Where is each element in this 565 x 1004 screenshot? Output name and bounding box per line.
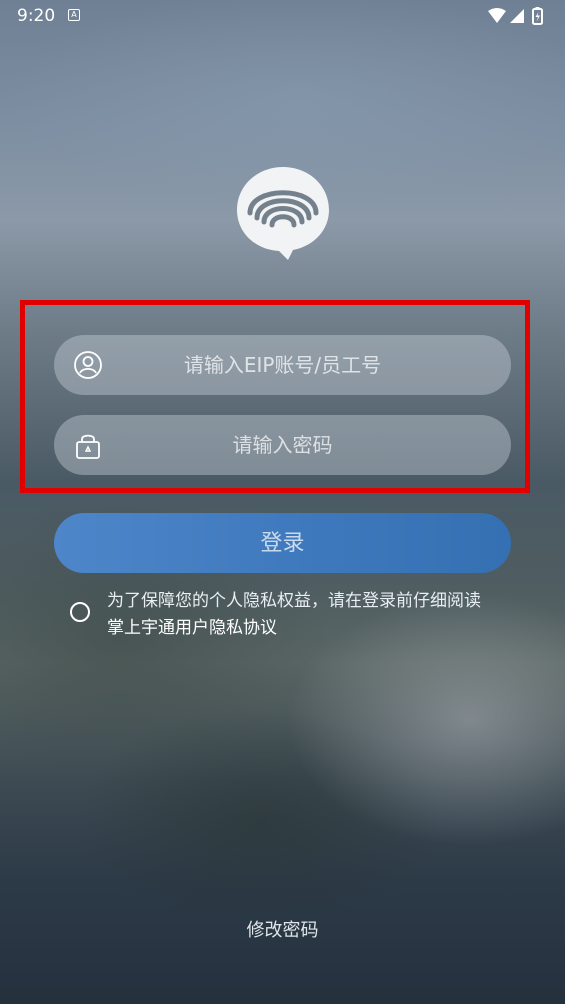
login-button[interactable]: 登录 bbox=[54, 513, 511, 573]
change-password-link[interactable]: 修改密码 bbox=[0, 916, 565, 942]
agreement-checkbox[interactable] bbox=[70, 602, 90, 622]
agreement-text: 为了保障您的个人隐私权益，请在登录前仔细阅读 掌上宇通用户隐私协议 bbox=[107, 588, 527, 642]
password-input[interactable]: 请输入密码 bbox=[54, 415, 511, 475]
privacy-agreement-link[interactable]: 掌上宇通用户隐私协议 bbox=[107, 615, 527, 642]
agreement-description: 为了保障您的个人隐私权益，请在登录前仔细阅读 bbox=[107, 591, 481, 611]
app-logo-icon bbox=[237, 167, 329, 260]
status-bar: 9:20 A bbox=[0, 0, 565, 32]
account-placeholder: 请输入EIP账号/员工号 bbox=[183, 353, 382, 377]
password-placeholder: 请输入密码 bbox=[232, 433, 333, 457]
status-time: 9:20 bbox=[17, 6, 56, 26]
battery-icon bbox=[532, 7, 543, 25]
status-icons bbox=[488, 7, 543, 25]
wifi-icon bbox=[488, 8, 506, 23]
signal-icon bbox=[510, 9, 524, 23]
account-input[interactable]: 请输入EIP账号/员工号 bbox=[54, 335, 511, 395]
notification-a-icon: A bbox=[68, 9, 80, 21]
